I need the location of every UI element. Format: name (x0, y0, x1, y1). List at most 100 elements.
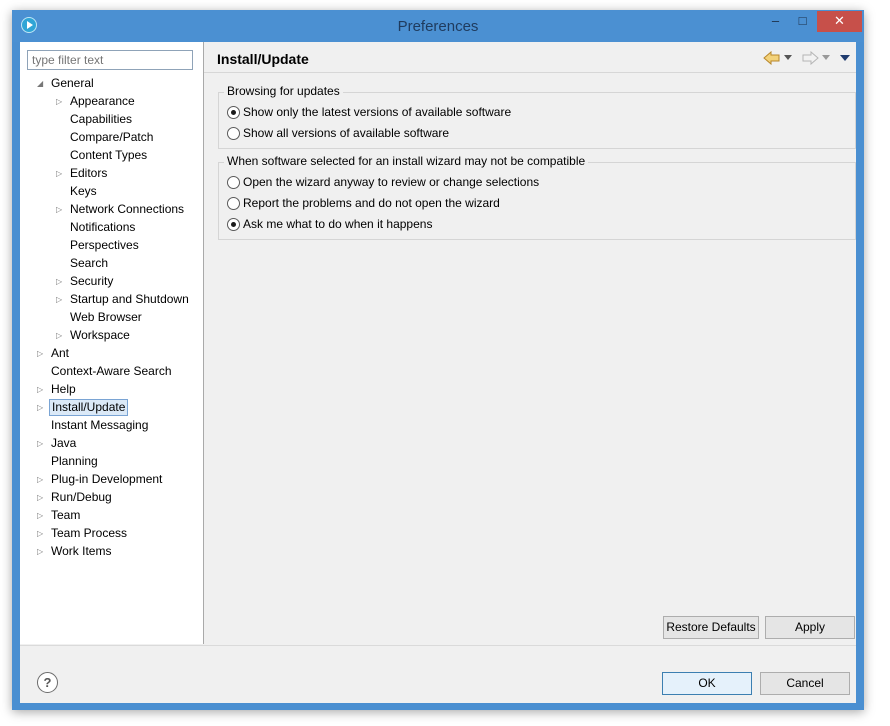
title-bar[interactable]: Preferences ‒ □ ✕ (12, 10, 864, 42)
radio-button[interactable] (227, 176, 240, 189)
tree-item[interactable]: Content Types (20, 147, 203, 164)
collapsed-arrow-icon[interactable]: ▷ (56, 273, 66, 290)
tree-item-label: Install/Update (49, 399, 129, 416)
collapsed-arrow-icon[interactable]: ▷ (37, 525, 47, 542)
filter-input[interactable] (27, 50, 193, 70)
cancel-button[interactable]: Cancel (760, 672, 850, 695)
tree-item-label: Team Process (51, 526, 128, 540)
tree-item[interactable]: ▷ Run/Debug (20, 489, 203, 506)
tree-item-label: Ant (51, 346, 70, 360)
group-title: When software selected for an install wi… (224, 154, 589, 168)
collapsed-arrow-icon[interactable]: ▷ (56, 327, 66, 344)
tree-item[interactable]: ▷ Help (20, 381, 203, 398)
window-title: Preferences (397, 18, 479, 35)
tree-item-label: Workspace (70, 328, 130, 342)
apply-button[interactable]: Apply (765, 616, 855, 639)
tree-item[interactable]: Notifications (20, 219, 203, 236)
tree-item[interactable]: Keys (20, 183, 203, 200)
tree-item[interactable]: Perspectives (20, 237, 203, 254)
close-button[interactable]: ✕ (817, 11, 862, 32)
tree-item-label: General (51, 76, 94, 90)
tree-item[interactable]: ▷ Workspace (20, 327, 203, 344)
radio-button[interactable] (227, 218, 240, 231)
collapsed-arrow-icon[interactable]: ▷ (56, 201, 66, 218)
tree-item[interactable]: ▷ Install/Update (20, 399, 203, 416)
tree-item-label: Work Items (51, 544, 112, 558)
tree-item-label: Instant Messaging (51, 418, 149, 432)
tree-item-label: Editors (70, 166, 108, 180)
ok-button[interactable]: OK (662, 672, 752, 695)
option-label: Show all versions of available software (243, 126, 450, 140)
forward-arrow-icon[interactable] (801, 51, 819, 65)
tree-item[interactable]: ▷ Security (20, 273, 203, 290)
collapsed-arrow-icon[interactable]: ▷ (56, 165, 66, 182)
preference-page: Install/Update Browsing for updates Show… (204, 42, 856, 644)
tree-item[interactable]: Compare/Patch (20, 129, 203, 146)
tree-item-label: Content Types (70, 148, 148, 162)
option-label: Open the wizard anyway to review or chan… (243, 175, 540, 189)
tree-item-label: Run/Debug (51, 490, 112, 504)
tree-item-label: Web Browser (70, 310, 142, 324)
help-icon[interactable]: ? (37, 672, 58, 693)
option-label: Report the problems and do not open the … (243, 196, 500, 210)
dialog-client-area: ◢ General ▷ Appearance Capabilities Compare/P… (20, 42, 856, 703)
tree-item[interactable]: ▷ Appearance (20, 93, 203, 110)
option-label: Show only the latest versions of availab… (243, 105, 512, 119)
collapsed-arrow-icon[interactable]: ▷ (37, 507, 47, 524)
tree-item-label: Security (70, 274, 114, 288)
tree-item-label: Context-Aware Search (51, 364, 172, 378)
restore-defaults-button[interactable]: Restore Defaults (663, 616, 759, 639)
tree-item[interactable]: ▷ Team (20, 507, 203, 524)
tree-item[interactable]: Instant Messaging (20, 417, 203, 434)
tree-item-label: Help (51, 382, 76, 396)
collapsed-arrow-icon[interactable]: ▷ (37, 435, 47, 452)
tree-item[interactable]: Search (20, 255, 203, 272)
radio-button[interactable] (227, 127, 240, 140)
tree-item-label: Team (51, 508, 81, 522)
back-dropdown-icon[interactable] (784, 55, 792, 60)
tree-item-label: Java (51, 436, 77, 450)
page-title: Install/Update (217, 51, 309, 67)
browsing-for-updates-group: Browsing for updates Show only the lates… (218, 84, 856, 149)
collapsed-arrow-icon[interactable]: ▷ (56, 93, 66, 110)
tree-item[interactable]: ◢ General (20, 75, 203, 92)
preferences-window: Preferences ‒ □ ✕ ◢ General ▷ Appearance Cap… (12, 10, 864, 710)
back-arrow-icon[interactable] (763, 51, 781, 65)
view-menu-icon[interactable] (840, 55, 850, 61)
tree-item[interactable]: ▷ Team Process (20, 525, 203, 542)
forward-dropdown-icon[interactable] (822, 55, 830, 60)
tree-item[interactable]: ▷ Network Connections (20, 201, 203, 218)
collapsed-arrow-icon[interactable]: ▷ (37, 345, 47, 362)
dialog-button-bar: ? OK Cancel (20, 645, 856, 703)
tree-item[interactable]: ▷ Java (20, 435, 203, 452)
tree-item-label: Capabilities (70, 112, 133, 126)
expanded-arrow-icon[interactable]: ◢ (37, 75, 47, 92)
tree-item[interactable]: ▷ Ant (20, 345, 203, 362)
tree-item[interactable]: ▷ Work Items (20, 543, 203, 560)
tree-item[interactable]: ▷ Startup and Shutdown (20, 291, 203, 308)
tree-item-label: Perspectives (70, 238, 139, 252)
radio-button[interactable] (227, 197, 240, 210)
tree-item-label: Plug-in Development (51, 472, 163, 486)
minimize-button[interactable]: ‒ (762, 11, 789, 32)
tree-item[interactable]: ▷ Plug-in Development (20, 471, 203, 488)
tree-item-label: Keys (70, 184, 97, 198)
tree-item[interactable]: Planning (20, 453, 203, 470)
collapsed-arrow-icon[interactable]: ▷ (37, 489, 47, 506)
maximize-button[interactable]: □ (789, 11, 816, 32)
tree-item[interactable]: ▷ Editors (20, 165, 203, 182)
tree-item-label: Appearance (70, 94, 135, 108)
tree-item[interactable]: Context-Aware Search (20, 363, 203, 380)
radio-button[interactable] (227, 106, 240, 119)
tree-item-label: Startup and Shutdown (70, 292, 189, 306)
collapsed-arrow-icon[interactable]: ▷ (37, 471, 47, 488)
tree-item[interactable]: Capabilities (20, 111, 203, 128)
page-header: Install/Update (204, 42, 856, 73)
collapsed-arrow-icon[interactable]: ▷ (37, 381, 47, 398)
preference-tree-pane: ◢ General ▷ Appearance Capabilities Compare/P… (20, 42, 204, 644)
group-title: Browsing for updates (224, 84, 343, 98)
tree-item[interactable]: Web Browser (20, 309, 203, 326)
collapsed-arrow-icon[interactable]: ▷ (37, 543, 47, 560)
collapsed-arrow-icon[interactable]: ▷ (37, 399, 47, 416)
collapsed-arrow-icon[interactable]: ▷ (56, 291, 66, 308)
